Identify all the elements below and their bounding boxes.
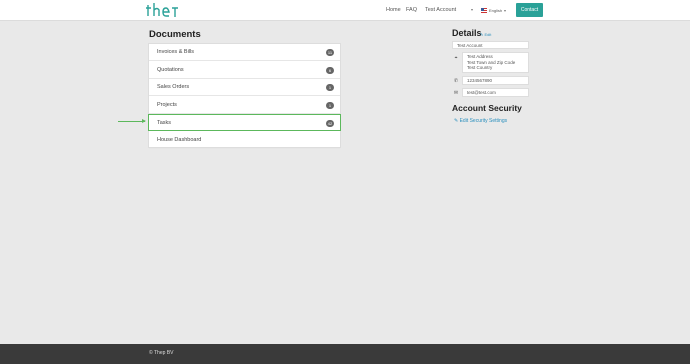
document-item-label: Invoices & Bills [157, 49, 194, 55]
documents-list: Invoices & Bills 11 Quotations 6 Sales Order… [148, 43, 341, 149]
details-edit-link[interactable]: ✎ Edit [480, 32, 491, 37]
nav-home-link[interactable]: Home [386, 0, 401, 21]
contact-button[interactable]: Contact [516, 3, 543, 17]
edit-label: Edit [484, 32, 492, 37]
address-field: Test Address Test Town and Zip Code Test… [462, 52, 529, 73]
chevron-down-icon [504, 9, 507, 12]
document-list-item[interactable]: Tasks 42 [148, 114, 341, 131]
document-item-label: Sales Orders [157, 84, 190, 90]
document-item-label: House Dashboard [157, 136, 202, 143]
phone-icon: ✆ [453, 78, 459, 84]
count-badge: 1 [326, 101, 334, 109]
document-item-label: Quotations [157, 66, 184, 73]
envelope-icon: ✉ [453, 90, 459, 96]
flag-icon [481, 8, 487, 13]
account-name-field: Test Account [452, 41, 529, 49]
brand-logo[interactable] [146, 2, 180, 18]
count-badge: 42 [326, 120, 334, 127]
nav-account-menu[interactable]: Test Account [425, 0, 456, 21]
chevron-down-icon[interactable] [469, 0, 473, 21]
document-list-item[interactable]: Projects 1 [149, 97, 340, 114]
copyright-text: © Thep BV [149, 350, 174, 356]
language-label: English [489, 8, 503, 13]
count-badge: 1 [326, 84, 334, 91]
edit-security-settings-link[interactable]: ✎ Edit Security Settings [454, 118, 507, 124]
map-marker-icon: ⌖ [454, 55, 458, 61]
arrow-head-icon [142, 119, 146, 123]
document-item-label: Tasks [157, 120, 172, 126]
count-badge: 6 [326, 66, 334, 74]
count-badge: 11 [326, 49, 334, 56]
document-list-item[interactable]: Invoices & Bills 11 [149, 44, 340, 61]
document-list-item[interactable]: Sales Orders 1 [149, 79, 340, 96]
account-security-title: Account Security [452, 103, 522, 113]
documents-title: Documents [149, 29, 201, 40]
footer: © Thep BV [0, 344, 690, 364]
nav-faq-link[interactable]: FAQ [406, 0, 417, 21]
email-field: test@test.com [462, 88, 529, 97]
document-list-item[interactable]: House Dashboard [149, 132, 340, 149]
top-navbar: Home FAQ Test Account English Contact [0, 0, 690, 21]
details-title: Details [452, 28, 482, 38]
document-list-item[interactable]: Quotations 6 [149, 62, 340, 79]
document-item-label: Projects [157, 101, 177, 108]
address-line: Test Country [467, 65, 493, 70]
security-link-label: Edit Security Settings [459, 118, 508, 124]
pointer-arrow [118, 121, 145, 122]
language-selector[interactable]: English [481, 7, 507, 14]
phone-field: 1234567890 [462, 76, 529, 85]
